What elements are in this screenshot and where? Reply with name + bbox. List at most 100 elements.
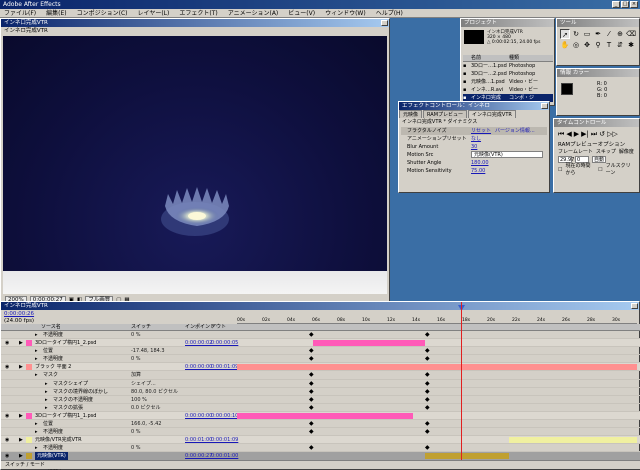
keyframe-icon[interactable]: ◆ — [425, 380, 430, 387]
keyframe-icon[interactable]: ◆ — [425, 388, 430, 395]
ram-preview-icon[interactable]: ▷▷ — [607, 130, 618, 139]
menu-item[interactable]: ヘルプ(H) — [376, 9, 403, 17]
layer-out-point[interactable]: 0:00:01:09 — [211, 436, 238, 444]
visibility-icon[interactable]: ◉ — [5, 436, 9, 444]
keyframe-icon[interactable]: ◆ — [425, 396, 430, 403]
timeline-track[interactable] — [237, 363, 637, 371]
timeline-track[interactable]: ◆◆ — [237, 380, 637, 388]
effect-param-value[interactable]: 75.00 — [471, 167, 485, 175]
timeline-current-time[interactable]: 0:00:00:26 — [4, 311, 34, 317]
effect-param-value[interactable]: 180.00 — [471, 159, 489, 167]
keyframe-icon[interactable]: ◆ — [425, 372, 430, 378]
keyframe-icon[interactable]: ◆ — [425, 348, 430, 354]
pen-tool-icon[interactable]: ✒ — [593, 29, 603, 39]
next-frame-icon[interactable]: ▶| — [581, 130, 589, 139]
timeline-layer[interactable]: ◉ ▶ ブラック 平面 2 0:00:00:00 0:00:01:09 — [1, 363, 640, 372]
timeline-row-value[interactable]: 80.0, 80.0 ピクセル — [131, 388, 178, 396]
close-icon[interactable] — [541, 103, 548, 109]
resolution-field[interactable]: 自動 — [592, 156, 606, 163]
expand-triangle-icon[interactable]: ▸ — [35, 347, 38, 355]
keyframe-icon[interactable]: ◆ — [309, 348, 314, 354]
menu-item[interactable]: ウィンドウ(W) — [325, 9, 366, 17]
keyframe-icon[interactable]: ◆ — [309, 396, 314, 403]
keyframe-icon[interactable]: ◆ — [309, 372, 314, 378]
track-camera-icon[interactable]: ⇵ — [615, 40, 625, 50]
frame-rate-field[interactable]: 29.97 — [558, 156, 574, 163]
expand-triangle-icon[interactable]: ▶ — [19, 412, 23, 420]
timeline-property[interactable]: ▸ 不透明度 0 % ◆ ◆ — [1, 428, 640, 437]
expand-triangle-icon[interactable]: ▸ — [45, 380, 48, 388]
project-item[interactable]: ▪ 3Dロー…1.psd Photoshop — [463, 62, 553, 70]
composition-viewer[interactable] — [3, 36, 387, 294]
close-icon[interactable]: × — [630, 1, 638, 8]
expand-triangle-icon[interactable]: ▸ — [35, 420, 38, 428]
timeline-layer[interactable]: ◉ ▶ 3Dロータイプ楕円1_1.psd 0:00:00:00 0:00:00:10 — [1, 411, 640, 421]
timeline-property[interactable]: ▸ マスクの不透明度 100 % ◆ ◆ — [1, 396, 640, 404]
project-item[interactable]: ▪ 元映像…1.psd Video・ビー — [463, 78, 553, 86]
last-frame-icon[interactable]: ⏭ — [591, 130, 597, 139]
visibility-icon[interactable]: ◉ — [5, 339, 9, 347]
effect-param-value[interactable]: なし — [471, 135, 481, 143]
rotate-tool-icon[interactable]: ↻ — [571, 29, 581, 39]
menu-item[interactable]: ビュー(V) — [288, 9, 315, 17]
loop-icon[interactable]: ↺ — [599, 130, 605, 139]
column-switches[interactable]: スイッチ — [131, 324, 151, 331]
expand-triangle-icon[interactable]: ▸ — [35, 371, 38, 379]
layer-out-point[interactable]: 0:00:00:05 — [211, 339, 238, 347]
keyframe-icon[interactable]: ◆ — [309, 445, 314, 451]
timeline-property[interactable]: ▸ マスクの境界線のぼかし 80.0, 80.0 ピクセル ◆ ◆ — [1, 388, 640, 396]
timeline-track[interactable]: ◆◆ — [237, 331, 637, 339]
prev-frame-icon[interactable]: ◀ — [566, 130, 571, 139]
label-color-icon[interactable] — [26, 340, 32, 347]
rectangle-mask-icon[interactable]: ▭ — [582, 29, 592, 39]
expand-triangle-icon[interactable]: ▸ — [45, 388, 48, 396]
timeline-row-value[interactable]: シェイプ... — [131, 380, 156, 388]
keyframe-icon[interactable]: ◆ — [425, 445, 430, 451]
expand-triangle-icon[interactable]: ▸ — [35, 331, 38, 339]
motion-source-dropdown[interactable]: 元映像(VTR) — [471, 151, 543, 158]
keyframe-icon[interactable]: ◆ — [309, 404, 314, 411]
selection-tool-icon[interactable]: ➚ — [560, 29, 570, 39]
expand-triangle-icon[interactable]: ▸ — [35, 444, 38, 452]
layer-duration-bar[interactable] — [237, 364, 637, 371]
menu-item[interactable]: アニメーション(A) — [228, 9, 279, 17]
expand-triangle-icon[interactable]: ▸ — [45, 404, 48, 412]
timeline-property[interactable]: ▸ 位置 -17.48, 184.3 ◆ ◆ — [1, 347, 640, 356]
layer-in-point[interactable]: 0:00:00:00 — [185, 412, 212, 420]
expand-triangle-icon[interactable]: ▶ — [19, 436, 23, 444]
timeline-track[interactable]: ◆◆ — [237, 396, 637, 404]
timeline-row-value[interactable]: 0.0 ピクセル — [131, 404, 161, 412]
minimize-icon[interactable]: _ — [612, 1, 620, 8]
keyframe-icon[interactable]: ◆ — [425, 332, 430, 338]
first-frame-icon[interactable]: ⏮ — [558, 130, 564, 139]
timeline-property[interactable]: ▸ 不透明度 0 % ◆ ◆ — [1, 331, 640, 340]
visibility-icon[interactable]: ◉ — [5, 412, 9, 420]
clone-tool-icon[interactable]: ⊕ — [615, 29, 625, 39]
timeline-track[interactable]: ◆◆ — [237, 388, 637, 396]
timeline-track[interactable]: ◆◆ — [237, 347, 637, 355]
keyframe-icon[interactable]: ◆ — [309, 332, 314, 338]
menu-item[interactable]: 編集(E) — [46, 9, 66, 17]
timeline-row-value[interactable]: 0 % — [131, 428, 141, 436]
timeline-track[interactable]: ◆◆ — [237, 355, 637, 363]
timeline-title[interactable]: インネロ完成VTR — [1, 302, 639, 310]
expand-triangle-icon[interactable]: ▸ — [35, 428, 38, 436]
project-item[interactable]: ▪ 3Dロー…2.psd Photoshop — [463, 70, 553, 78]
timeline-track[interactable]: ◆◆ — [237, 404, 637, 412]
expand-triangle-icon[interactable]: ▶ — [19, 363, 23, 371]
layer-in-point[interactable]: 0:00:00:02 — [185, 339, 212, 347]
expand-triangle-icon[interactable]: ▶ — [19, 339, 23, 347]
brush-tool-icon[interactable]: ⁄ — [604, 29, 614, 39]
layer-duration-bar[interactable] — [509, 437, 637, 444]
timeline-track[interactable]: ◆◆ — [237, 428, 637, 436]
switches-modes-toggle[interactable]: スイッチ / モード — [5, 462, 45, 468]
menu-item[interactable]: レイヤー(L) — [138, 9, 170, 17]
fullscreen-checkbox[interactable]: ☐ — [598, 167, 602, 174]
column-type[interactable]: 種類 — [509, 55, 519, 61]
hand-tool-icon[interactable]: ✋ — [560, 40, 570, 50]
tab-ram-preview[interactable]: RAMプレビュー — [423, 110, 468, 118]
timeline-track[interactable]: ◆◆ — [237, 371, 637, 379]
about-link[interactable]: バージョン情報... — [495, 127, 535, 135]
pan-behind-icon[interactable]: ✥ — [582, 40, 592, 50]
timeline-property[interactable]: ▸ 位置 166.0, -5.42 ◆ ◆ — [1, 420, 640, 429]
